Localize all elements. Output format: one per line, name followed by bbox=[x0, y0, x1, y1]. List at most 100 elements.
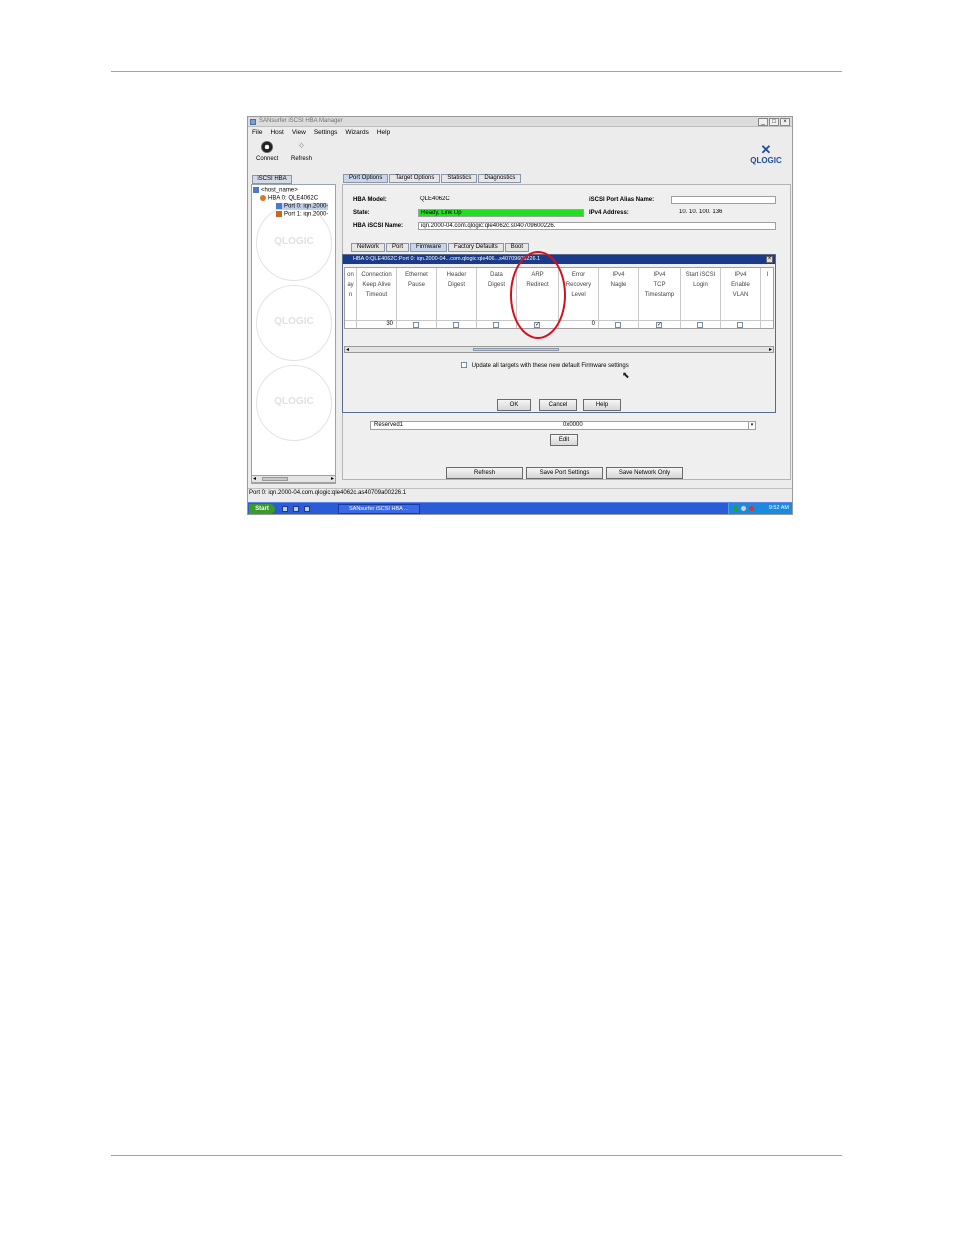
cancel-button[interactable]: Cancel bbox=[539, 399, 577, 411]
refresh-toolbar-button[interactable]: ✧ Refresh bbox=[291, 141, 312, 162]
tab-port[interactable]: Port bbox=[386, 243, 410, 252]
refresh-toolbar-label: Refresh bbox=[291, 156, 313, 162]
grid-cell[interactable] bbox=[397, 320, 436, 328]
menu-file[interactable]: File bbox=[252, 128, 262, 138]
tab-boot[interactable]: Boot bbox=[504, 243, 530, 252]
grid-column-header: IPv4 Nagle bbox=[610, 272, 627, 288]
page-footer-rule bbox=[111, 1155, 842, 1156]
close-button[interactable]: × bbox=[780, 118, 790, 126]
scroll-right-icon[interactable]: ▸ bbox=[331, 475, 334, 482]
save-port-settings-button[interactable]: Save Port Settings bbox=[526, 467, 603, 479]
tree-node-hba[interactable]: HBA 0: QLE4062C bbox=[260, 195, 318, 202]
window-title: SANsurfer iSCSI HBA Manager bbox=[259, 118, 343, 124]
reserved-value: 0x0000 bbox=[563, 422, 583, 428]
quick-launch-icon[interactable] bbox=[282, 506, 288, 512]
quick-launch-icon[interactable] bbox=[293, 506, 299, 512]
taskbar-clock: 9:52 AM bbox=[768, 505, 789, 511]
grid-horizontal-scrollbar[interactable]: ◂ ▸ bbox=[344, 346, 774, 353]
grid-column: Ethernet Pause bbox=[397, 268, 437, 328]
tray-alert-icon[interactable] bbox=[749, 506, 754, 511]
scroll-left-icon[interactable]: ◂ bbox=[253, 475, 256, 482]
grid-checkbox[interactable] bbox=[615, 322, 621, 328]
tree-node-host[interactable]: <host_name> bbox=[253, 187, 298, 194]
edit-button[interactable]: Edit bbox=[550, 434, 578, 446]
alias-input[interactable] bbox=[671, 196, 776, 204]
tray-network-icon[interactable] bbox=[733, 506, 738, 511]
tab-iscsi-hba[interactable]: iSCSI HBA bbox=[252, 175, 292, 184]
watermark-logo: QLOGIC bbox=[256, 365, 332, 441]
firmware-settings-row[interactable]: Reserved1 0x0000 ▾ bbox=[370, 421, 756, 430]
maximize-button[interactable]: □ bbox=[769, 118, 779, 126]
start-button[interactable]: Start bbox=[249, 504, 275, 514]
refresh-button[interactable]: Refresh bbox=[446, 467, 523, 479]
menu-view[interactable]: View bbox=[292, 128, 306, 138]
menu-wizards[interactable]: Wizards bbox=[345, 128, 368, 138]
grid-cell[interactable]: ✓ bbox=[639, 320, 680, 328]
grid-cell[interactable] bbox=[599, 320, 638, 328]
grid-column-header: I bbox=[766, 272, 769, 278]
tree-horizontal-scrollbar[interactable]: ◂ ▸ bbox=[251, 475, 336, 483]
hba-model-value: QLE4062C bbox=[420, 196, 450, 202]
grid-checkbox[interactable] bbox=[697, 322, 703, 328]
tab-target-options[interactable]: Target Options bbox=[389, 174, 441, 183]
connect-label: Connect bbox=[256, 156, 279, 162]
ok-button[interactable]: OK bbox=[497, 399, 531, 411]
qlogic-logo: ✕ QLOGIC bbox=[744, 143, 788, 165]
tray-icon[interactable] bbox=[741, 506, 746, 511]
help-button[interactable]: Help bbox=[583, 399, 621, 411]
connect-button[interactable]: Connect bbox=[256, 141, 278, 162]
minimize-button[interactable]: _ bbox=[758, 118, 768, 126]
dialog-close-icon[interactable]: × bbox=[766, 256, 773, 263]
iscsi-name-label: HBA iSCSI Name: bbox=[353, 223, 404, 229]
menu-settings[interactable]: Settings bbox=[314, 128, 338, 138]
grid-cell[interactable]: 0 bbox=[559, 320, 598, 328]
quick-launch-icon[interactable] bbox=[304, 506, 310, 512]
grid-checkbox[interactable] bbox=[737, 322, 743, 328]
tab-diagnostics[interactable]: Diagnostics bbox=[478, 174, 522, 183]
menu-help[interactable]: Help bbox=[377, 128, 390, 138]
grid-checkbox[interactable] bbox=[453, 322, 459, 328]
alias-label: iSCSI Port Alias Name: bbox=[589, 197, 655, 203]
grid-cell[interactable] bbox=[477, 320, 516, 328]
scroll-thumb[interactable] bbox=[473, 348, 559, 351]
tree-node-port-1[interactable]: Port 1: iqn.2000- bbox=[276, 211, 328, 218]
chevron-down-icon[interactable]: ▾ bbox=[748, 422, 755, 429]
arp-redirect-highlight-circle bbox=[510, 251, 566, 339]
scroll-thumb[interactable] bbox=[262, 477, 288, 481]
port-icon bbox=[276, 203, 282, 209]
qlogic-logo-icon: ✕ bbox=[760, 142, 772, 157]
grid-checkbox[interactable]: ✓ bbox=[656, 322, 662, 328]
menu-host[interactable]: Host bbox=[270, 128, 283, 138]
grid-column: I bbox=[761, 268, 773, 328]
grid-checkbox[interactable] bbox=[493, 322, 499, 328]
grid-cell[interactable] bbox=[437, 320, 476, 328]
tab-firmware[interactable]: Firmware bbox=[410, 243, 448, 252]
scroll-left-icon[interactable]: ◂ bbox=[346, 346, 349, 353]
tab-network[interactable]: Network bbox=[351, 243, 386, 252]
hba-model-label: HBA Model: bbox=[353, 197, 387, 203]
system-tray: 9:52 AM bbox=[728, 503, 792, 514]
qlogic-logo-text: QLOGIC bbox=[750, 156, 782, 165]
tree-node-port-0[interactable]: Port 0: iqn.2000- bbox=[276, 203, 329, 210]
ipv4-label: IPv4 Address: bbox=[589, 210, 629, 216]
scroll-right-icon[interactable]: ▸ bbox=[769, 346, 772, 353]
tab-statistics[interactable]: Statistics bbox=[441, 174, 478, 183]
grid-cell[interactable] bbox=[721, 320, 760, 328]
grid-column: on ay n bbox=[345, 268, 357, 328]
update-targets-option[interactable]: Update all targets with these new defaul… bbox=[461, 361, 629, 369]
save-network-only-button[interactable]: Save Network Only bbox=[606, 467, 683, 479]
taskbar-sansurfer-item[interactable]: SANsurfer iSCSI HBA ... bbox=[338, 504, 420, 514]
window-title-bar[interactable]: SANsurfer iSCSI HBA Manager _ □ × bbox=[248, 117, 792, 127]
grid-cell[interactable] bbox=[345, 320, 356, 328]
grid-cell[interactable] bbox=[761, 320, 773, 328]
grid-checkbox[interactable] bbox=[413, 322, 419, 328]
tab-factory-defaults[interactable]: Factory Defaults bbox=[448, 243, 504, 252]
grid-column: IPv4 Nagle bbox=[599, 268, 639, 328]
grid-cell[interactable]: 30 bbox=[357, 320, 396, 328]
port-icon bbox=[276, 211, 282, 217]
grid-number-value: 0 bbox=[591, 321, 595, 327]
grid-cell[interactable] bbox=[681, 320, 720, 328]
update-targets-checkbox[interactable] bbox=[461, 362, 467, 368]
tab-port-options[interactable]: Port Options bbox=[343, 174, 389, 183]
grid-column-header: IPv4 TCP Timestamp bbox=[644, 272, 675, 298]
